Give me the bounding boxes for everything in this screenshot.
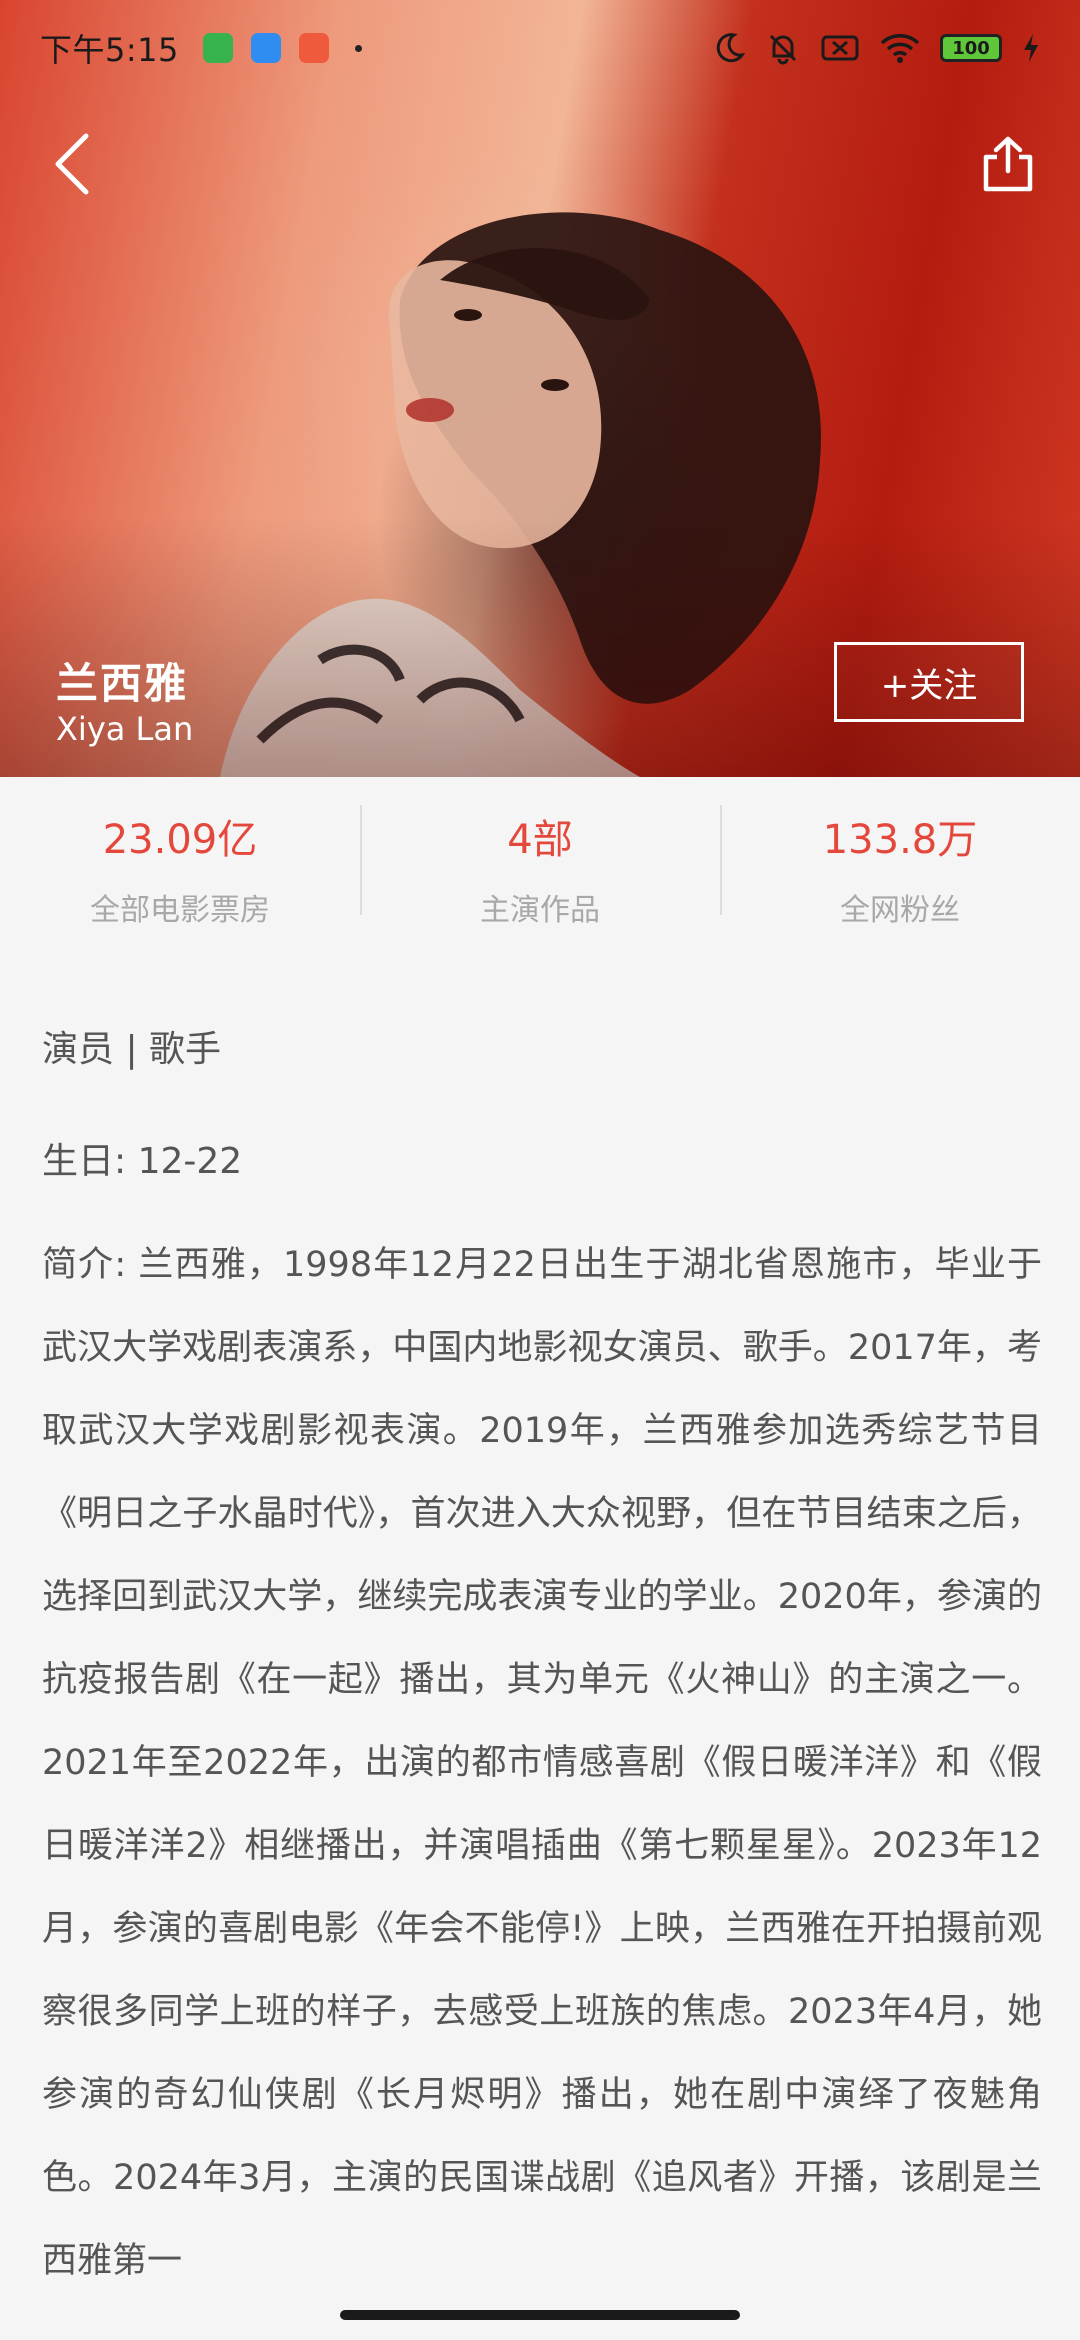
charging-bolt-icon — [1024, 34, 1038, 62]
share-icon — [983, 136, 1033, 192]
actor-introduction: 简介: 兰西雅，1998年12月22日出生于湖北省恩施市，毕业于武汉大学戏剧表演… — [42, 1245, 1042, 2281]
shopping-app-icon — [298, 33, 329, 63]
stat-label: 主演作品 — [480, 893, 600, 928]
actor-roles: 演员 | 歌手 — [42, 1029, 222, 1070]
stats-row: 23.09亿 全部电影票房 4部 主演作品 133.8万 全网粉丝 — [0, 777, 1080, 957]
sim-off-icon — [821, 35, 859, 61]
follow-button-label: +关注 — [880, 665, 978, 706]
stat-lead-works[interactable]: 4部 主演作品 — [360, 777, 720, 957]
actor-birthday: 生日: 12-22 — [42, 1141, 243, 1182]
status-indicators: 100 — [712, 31, 1040, 65]
android-app-icon — [202, 33, 233, 63]
status-bar: 下午5:15 100 — [0, 0, 1080, 96]
stat-label: 全部电影票房 — [90, 893, 270, 928]
home-indicator[interactable] — [340, 2310, 740, 2320]
follow-button[interactable]: +关注 — [834, 642, 1024, 722]
notification-icons — [202, 33, 362, 63]
actor-name-chinese: 兰西雅 — [56, 659, 189, 708]
battery-indicator: 100 — [940, 34, 1002, 62]
stat-fans[interactable]: 133.8万 全网粉丝 — [720, 777, 1080, 957]
wifi-icon — [880, 34, 920, 63]
bell-mute-icon — [769, 34, 797, 65]
back-button[interactable] — [36, 128, 108, 200]
cloud-app-icon — [250, 33, 281, 63]
more-notifications-dot — [354, 44, 362, 52]
status-time: 下午5:15 — [40, 31, 179, 69]
actor-name-english: Xiya Lan — [56, 710, 194, 748]
back-arrow-icon — [55, 133, 89, 195]
stat-value: 133.8万 — [822, 817, 978, 863]
stat-value: 23.09亿 — [102, 817, 258, 863]
stat-label: 全网粉丝 — [840, 893, 960, 928]
moon-icon — [716, 33, 746, 63]
actor-bio: 演员 | 歌手 生日: 12-22 简介: 兰西雅，1998年12月22日出生于… — [42, 1020, 1042, 2303]
stat-box-office[interactable]: 23.09亿 全部电影票房 — [0, 777, 360, 957]
actor-hero-image: 下午5:15 100 兰西雅 Xiya Lan +关注 — [0, 0, 1080, 777]
share-button[interactable] — [972, 128, 1044, 200]
stat-value: 4部 — [507, 817, 573, 863]
